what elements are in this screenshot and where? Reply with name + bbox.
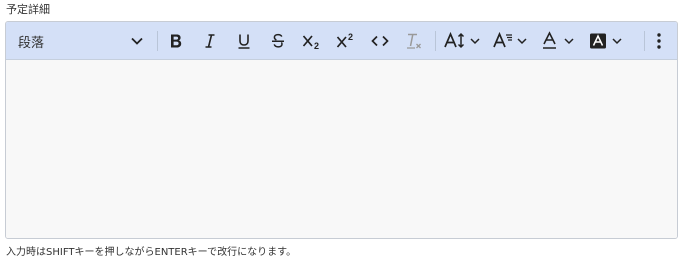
input-hint-text: 入力時はSHIFTキーを押しながらENTERキーで改行になります。 — [6, 247, 297, 258]
superscript-icon: 2 — [335, 32, 357, 50]
subscript-icon: 2 — [301, 32, 323, 50]
editor-toolbar: 段落 2 2 — [6, 22, 677, 60]
bold-button[interactable] — [161, 26, 191, 56]
background-color-icon — [589, 32, 607, 50]
font-color-button[interactable] — [537, 26, 577, 56]
subscript-button[interactable]: 2 — [297, 26, 327, 56]
code-button[interactable] — [365, 26, 395, 56]
more-vertical-icon — [656, 32, 662, 50]
paragraph-format-dropdown[interactable]: 段落 — [12, 26, 149, 56]
clear-format-icon — [404, 31, 424, 51]
underline-icon — [235, 32, 253, 50]
strikethrough-button[interactable] — [263, 26, 293, 56]
clear-format-button[interactable] — [399, 26, 429, 56]
chevron-down-icon — [563, 37, 574, 45]
chevron-down-icon — [129, 33, 145, 49]
more-options-button[interactable] — [647, 26, 671, 56]
editor-content-area[interactable] — [6, 60, 677, 238]
bold-icon — [167, 32, 185, 50]
font-size-button[interactable] — [441, 26, 481, 56]
italic-icon — [201, 32, 219, 50]
toolbar-separator — [644, 31, 645, 51]
italic-button[interactable] — [195, 26, 225, 56]
font-color-icon — [541, 31, 559, 51]
strikethrough-icon — [269, 32, 287, 50]
underline-button[interactable] — [229, 26, 259, 56]
chevron-down-icon — [516, 37, 527, 45]
font-size-icon — [443, 31, 467, 51]
toolbar-separator — [157, 31, 158, 51]
superscript-button[interactable]: 2 — [331, 26, 361, 56]
svg-text:2: 2 — [314, 41, 319, 50]
svg-text:2: 2 — [348, 32, 353, 42]
field-label: 予定詳細 — [6, 3, 50, 16]
background-color-button[interactable] — [585, 26, 625, 56]
font-family-icon — [492, 31, 514, 51]
code-icon — [370, 32, 390, 50]
toolbar-separator — [435, 31, 436, 51]
rich-text-editor: 段落 2 2 — [5, 21, 678, 239]
font-family-button[interactable] — [489, 26, 529, 56]
paragraph-format-label: 段落 — [18, 35, 45, 51]
chevron-down-icon — [469, 37, 480, 45]
chevron-down-icon — [611, 37, 622, 45]
